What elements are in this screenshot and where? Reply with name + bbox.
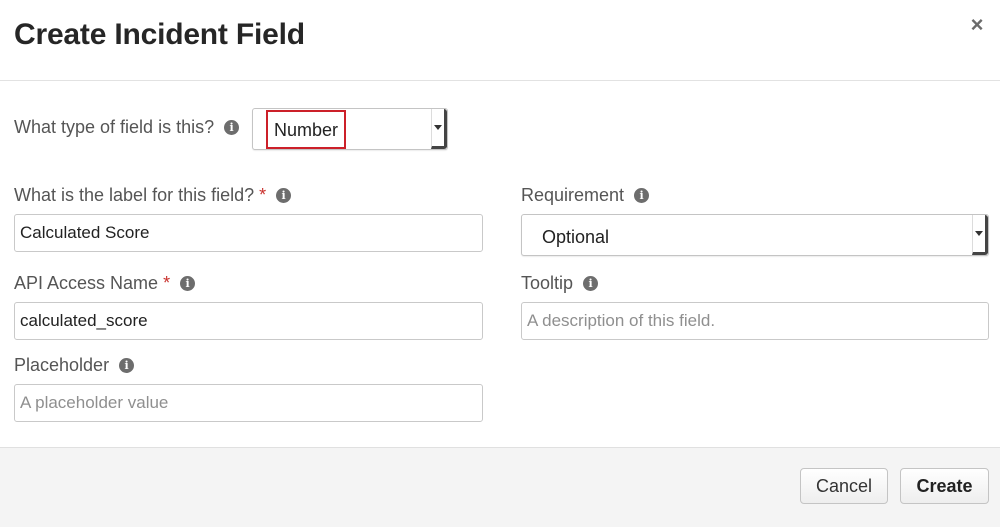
field-label-label-row: What is the label for this field? * i — [14, 185, 292, 206]
api-name-input[interactable] — [14, 302, 483, 340]
placeholder-input[interactable] — [14, 384, 483, 422]
chevron-down-icon[interactable] — [972, 215, 988, 255]
info-icon[interactable]: i — [180, 276, 196, 291]
placeholder-label-row: Placeholder i — [14, 355, 135, 376]
tooltip-label: Tooltip — [521, 273, 574, 293]
tooltip-label-row: Tooltip i — [521, 273, 599, 294]
api-name-label: API Access Name — [14, 273, 159, 293]
field-label-input[interactable] — [14, 214, 483, 252]
placeholder-label: Placeholder — [14, 355, 110, 375]
cancel-button[interactable]: Cancel — [800, 468, 888, 504]
field-type-value: Number — [274, 120, 339, 140]
field-type-label: What type of field is this? — [14, 117, 215, 137]
field-type-select[interactable]: Number — [252, 108, 448, 150]
requirement-select[interactable]: Optional — [521, 214, 989, 256]
required-mark: * — [163, 273, 171, 293]
requirement-value: Optional — [542, 227, 610, 247]
modal-title: Create Incident Field — [14, 18, 305, 51]
requirement-label: Requirement — [521, 185, 625, 205]
info-icon[interactable]: i — [276, 188, 292, 203]
modal-header: Create Incident Field × — [0, 0, 1000, 81]
info-icon[interactable]: i — [119, 358, 135, 373]
info-icon[interactable]: i — [224, 120, 240, 135]
create-button[interactable]: Create — [900, 468, 989, 504]
chevron-down-icon[interactable] — [431, 109, 447, 149]
required-mark: * — [259, 185, 267, 205]
field-type-label-row: What type of field is this? i — [14, 117, 240, 138]
api-name-label-row: API Access Name * i — [14, 273, 196, 294]
field-label-label: What is the label for this field? — [14, 185, 255, 205]
requirement-label-row: Requirement i — [521, 185, 650, 206]
info-icon[interactable]: i — [634, 188, 650, 203]
create-incident-field-modal: Create Incident Field × What type of fie… — [0, 0, 1000, 527]
close-icon[interactable]: × — [966, 12, 988, 38]
tooltip-input[interactable] — [521, 302, 989, 340]
info-icon[interactable]: i — [583, 276, 599, 291]
modal-footer: Cancel Create — [0, 447, 1000, 527]
